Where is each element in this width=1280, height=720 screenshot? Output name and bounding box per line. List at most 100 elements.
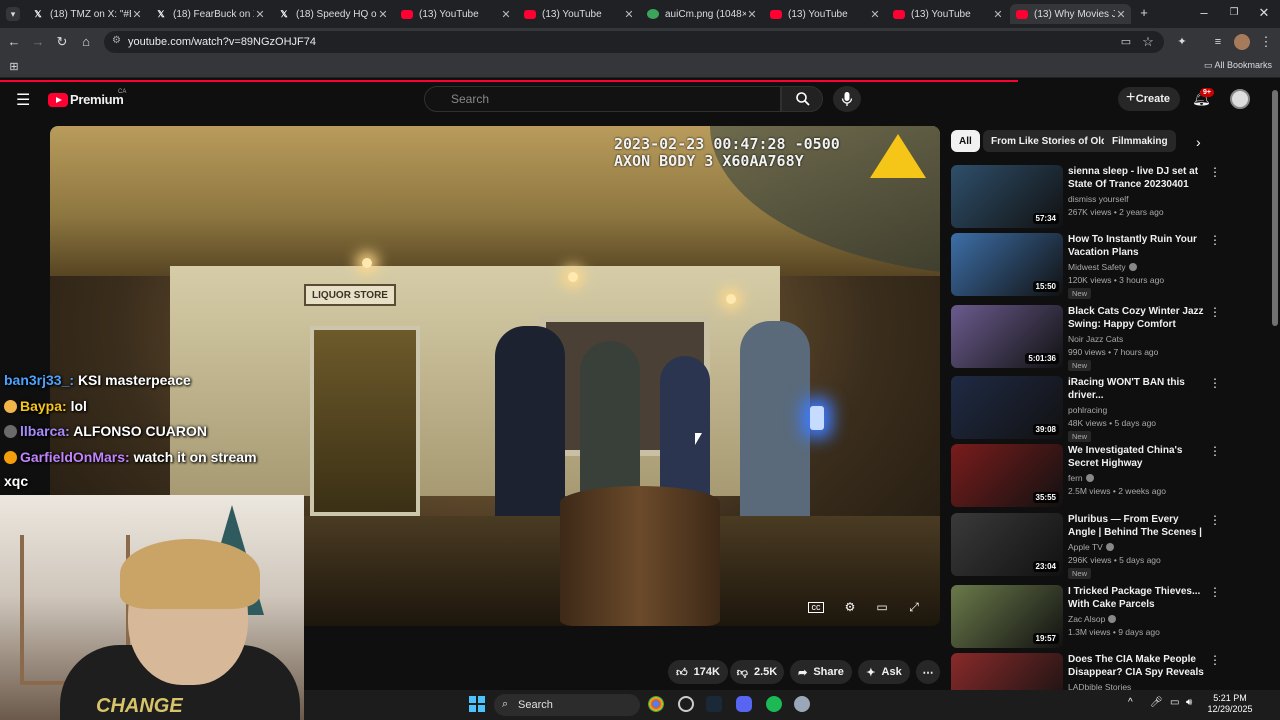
account-avatar[interactable] — [1230, 89, 1250, 109]
create-button[interactable]: + Create — [1118, 87, 1180, 111]
fullscreen-icon[interactable]: ⤢ — [904, 600, 924, 616]
app-taskbar-icon[interactable] — [678, 696, 694, 712]
logo-text[interactable]: Premium — [70, 92, 124, 107]
tab-search-icon[interactable]: ▾ — [6, 7, 20, 21]
video-title[interactable]: Pluribus — From Every Angle | Behind The… — [1068, 513, 1206, 539]
tray-overflow-icon[interactable]: ^ — [1128, 697, 1133, 708]
video-title[interactable]: We Investigated China's Secret Highway — [1068, 444, 1206, 470]
video-title[interactable]: I Tricked Package Thieves... With Cake P… — [1068, 585, 1206, 611]
video-thumbnail[interactable]: 19:57 — [951, 585, 1063, 648]
share-button[interactable]: ➦ Share — [790, 660, 852, 684]
channel-name[interactable]: Apple TV — [1068, 542, 1114, 552]
recommended-video[interactable]: 5:01:36 Black Cats Cozy Winter Jazz Swing… — [951, 305, 1221, 371]
close-tab-icon[interactable]: ✕ — [623, 8, 635, 21]
apps-grid-icon[interactable]: ⊞ — [6, 60, 22, 74]
filter-chip[interactable]: All — [951, 130, 980, 152]
profile-avatar[interactable] — [1234, 34, 1250, 50]
close-window-icon[interactable]: ✕ — [1256, 6, 1272, 20]
like-button[interactable]: 👍︎ 174K — [668, 660, 728, 684]
close-tab-icon[interactable]: ✕ — [254, 8, 266, 21]
recommended-video[interactable]: 57:34 sienna sleep - live DJ set at State… — [951, 165, 1221, 229]
browser-menu-icon[interactable]: ⋮ — [1258, 35, 1274, 49]
back-icon[interactable]: ← — [6, 35, 22, 49]
steam-taskbar-icon[interactable] — [706, 696, 722, 712]
video-thumbnail[interactable]: 57:34 — [951, 165, 1063, 228]
channel-name[interactable]: Midwest Safety — [1068, 262, 1137, 272]
extensions-icon[interactable]: ✦ — [1174, 35, 1190, 49]
video-title[interactable]: Does The CIA Make People Disappear? CIA … — [1068, 653, 1206, 679]
close-tab-icon[interactable]: ✕ — [869, 8, 881, 21]
video-options-icon[interactable]: ⋮ — [1209, 166, 1221, 178]
close-tab-icon[interactable]: ✕ — [377, 8, 389, 21]
hamburger-menu-icon[interactable]: ☰ — [16, 90, 30, 110]
video-options-icon[interactable]: ⋮ — [1209, 514, 1221, 526]
video-title[interactable]: Black Cats Cozy Winter Jazz Swing: Happy… — [1068, 305, 1206, 331]
video-thumbnail[interactable]: 39:08 — [951, 376, 1063, 439]
voice-search-button[interactable] — [833, 86, 861, 112]
page-scrollbar[interactable] — [1272, 90, 1278, 326]
recommended-video[interactable]: 35:55 We Investigated China's Secret High… — [951, 444, 1221, 508]
chrome-taskbar-icon[interactable] — [648, 696, 664, 712]
video-thumbnail[interactable]: 15:50 — [951, 233, 1063, 296]
forward-icon[interactable]: → — [30, 35, 46, 49]
dislike-button[interactable]: 👎︎ 2.5K — [730, 660, 784, 684]
settings-gear-icon[interactable]: ⚙ — [840, 600, 860, 616]
filter-chip[interactable]: From Like Stories of Old — [983, 130, 1116, 152]
close-tab-icon[interactable]: ✕ — [500, 8, 512, 21]
browser-tab[interactable]: (13) YouTube ✕ — [518, 4, 639, 24]
browser-tab[interactable]: (13) YouTube ✕ — [764, 4, 885, 24]
captions-icon[interactable]: cc — [808, 602, 824, 613]
minimize-icon[interactable]: – — [1196, 6, 1212, 20]
home-icon[interactable]: ⌂ — [78, 35, 94, 49]
tray-mic-icon[interactable]: 🎤︎ — [1150, 697, 1163, 708]
recommended-video[interactable]: 23:04 Pluribus — From Every Angle | Behin… — [951, 513, 1221, 579]
recommended-video[interactable]: 15:50 How To Instantly Ruin Your Vacation… — [951, 233, 1221, 299]
video-options-icon[interactable]: ⋮ — [1209, 234, 1221, 246]
bookmark-star-icon[interactable]: ☆ — [1140, 35, 1156, 49]
channel-name[interactable]: Noir Jazz Cats — [1068, 334, 1123, 344]
close-tab-icon[interactable]: ✕ — [992, 8, 1004, 21]
windows-start-icon[interactable] — [469, 696, 485, 712]
close-tab-icon[interactable]: ✕ — [1115, 8, 1127, 21]
browser-tab[interactable]: 𝕏 (18) Speedy HQ on X✕ — [272, 4, 393, 24]
browser-tab[interactable]: (13) YouTube ✕ — [887, 4, 1008, 24]
tray-volume-icon[interactable]: 🔊︎ — [1186, 697, 1192, 708]
channel-name[interactable]: dismiss yourself — [1068, 194, 1128, 204]
install-app-icon[interactable]: ▭ — [1118, 35, 1134, 49]
all-bookmarks[interactable]: ▭ All Bookmarks — [1204, 60, 1272, 71]
close-tab-icon[interactable]: ✕ — [131, 8, 143, 21]
video-thumbnail[interactable]: 23:04 — [951, 513, 1063, 576]
close-tab-icon[interactable]: ✕ — [746, 8, 758, 21]
tray-network-icon[interactable]: ▭ — [1170, 697, 1179, 708]
browser-tab[interactable]: (13) YouTube ✕ — [395, 4, 516, 24]
reload-icon[interactable]: ↻ — [54, 35, 70, 49]
browser-tab[interactable]: 𝕏 (18) TMZ on X: "#EXC✕ — [26, 4, 147, 24]
address-bar[interactable]: ⚙ youtube.com/watch?v=89NGzOHJF74 — [104, 31, 1164, 53]
video-options-icon[interactable]: ⋮ — [1209, 586, 1221, 598]
browser-tab[interactable]: 𝕏 (18) FearBuck on X: "✕ — [149, 4, 270, 24]
miniplayer-icon[interactable]: ▭ — [872, 600, 892, 616]
video-options-icon[interactable]: ⋮ — [1209, 654, 1221, 666]
recommended-video[interactable]: 19:57 I Tricked Package Thieves... With C… — [951, 585, 1221, 649]
browser-tab[interactable]: (13) Why Movies Jus✕ — [1010, 4, 1131, 24]
video-title[interactable]: iRacing WON'T BAN this driver... — [1068, 376, 1206, 402]
recommended-video[interactable]: 39:08 iRacing WON'T BAN this driver... poh… — [951, 376, 1221, 442]
settings-taskbar-icon[interactable] — [794, 696, 810, 712]
video-options-icon[interactable]: ⋮ — [1209, 445, 1221, 457]
restore-icon[interactable]: ❐ — [1226, 6, 1242, 20]
new-tab-icon[interactable]: + — [1136, 6, 1152, 20]
ask-button[interactable]: ✦ Ask — [858, 660, 910, 684]
youtube-logo-icon[interactable] — [48, 93, 68, 107]
reading-list-icon[interactable]: ≡ — [1210, 35, 1226, 49]
video-title[interactable]: sienna sleep - live DJ set at State Of T… — [1068, 165, 1206, 191]
search-button[interactable] — [781, 86, 823, 112]
discord-taskbar-icon[interactable] — [736, 696, 752, 712]
browser-tab[interactable]: auiCm.png (1048×74✕ — [641, 4, 762, 24]
video-thumbnail[interactable]: 5:01:36 — [951, 305, 1063, 368]
video-title[interactable]: How To Instantly Ruin Your Vacation Plan… — [1068, 233, 1206, 259]
video-thumbnail[interactable]: 35:55 — [951, 444, 1063, 507]
search-input[interactable]: Search — [424, 86, 781, 112]
more-actions-button[interactable]: ⋯ — [916, 660, 940, 684]
filter-chip[interactable]: Filmmaking — [1104, 130, 1176, 152]
taskbar-clock[interactable]: 5:21 PM 12/29/2025 — [1200, 693, 1260, 715]
